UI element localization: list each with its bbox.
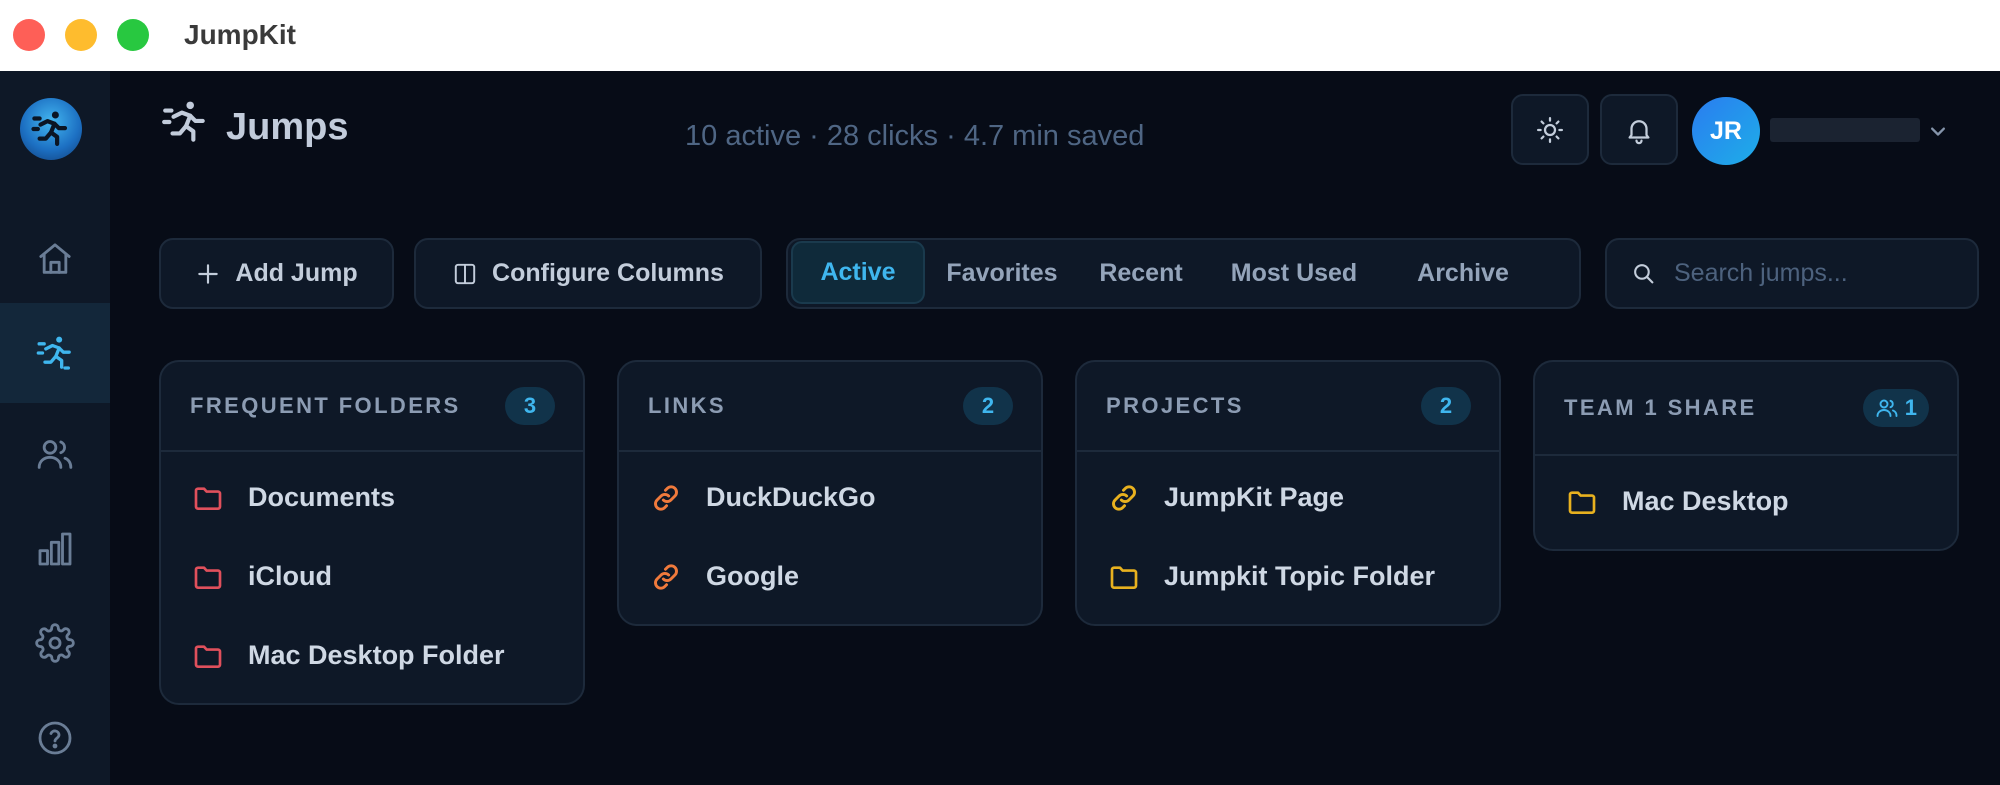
users-icon — [1876, 399, 1898, 417]
help-circle-icon — [38, 721, 72, 755]
item-label: Documents — [248, 482, 396, 512]
theme-toggle-button[interactable] — [1511, 94, 1589, 165]
search-box[interactable] — [1605, 238, 1979, 309]
users-icon — [37, 440, 73, 469]
bell-icon — [1628, 119, 1650, 144]
user-avatar[interactable]: JR — [1692, 97, 1760, 165]
card-links: LINKS 2 DuckDuckGo Google — [617, 360, 1043, 626]
link-icon — [654, 484, 678, 511]
card-title: PROJECTS — [1106, 393, 1244, 418]
folder-icon — [194, 565, 222, 589]
count-value: 2 — [1439, 393, 1453, 418]
sidebar-item-jumps[interactable] — [0, 303, 110, 403]
card-team-share: TEAM 1 SHARE 1 Mac Desktop — [1533, 360, 1959, 551]
add-jump-button[interactable]: Add Jump — [159, 238, 394, 309]
bar-chart-icon — [38, 532, 72, 566]
sun-icon — [1537, 116, 1563, 143]
item-label: Jumpkit Topic Folder — [1164, 561, 1436, 591]
card-header: FREQUENT FOLDERS 3 — [161, 362, 583, 452]
tab-archive[interactable]: Archive — [1388, 240, 1538, 307]
card-title: FREQUENT FOLDERS — [190, 393, 461, 418]
gear-icon — [35, 623, 75, 663]
item-label: iCloud — [248, 561, 332, 591]
count-value: 1 — [1904, 395, 1917, 420]
page-title: Jumps — [226, 106, 349, 148]
sidebar-item-home[interactable] — [0, 209, 110, 309]
list-item[interactable]: JumpKit Page — [1077, 458, 1499, 537]
list-item[interactable]: Documents — [161, 458, 583, 537]
window-close-button[interactable] — [13, 19, 45, 51]
shared-members-badge[interactable]: 1 — [1862, 389, 1929, 427]
count-badge: 2 — [963, 387, 1013, 425]
folder-icon — [194, 486, 222, 510]
item-label: Google — [706, 561, 799, 591]
list-item[interactable]: iCloud — [161, 537, 583, 616]
search-icon — [1634, 264, 1654, 284]
list-item[interactable]: Mac Desktop — [1535, 462, 1957, 541]
tab-favorites[interactable]: Favorites — [928, 240, 1076, 307]
card-title: TEAM 1 SHARE — [1564, 395, 1757, 420]
window-title: JumpKit — [184, 19, 296, 50]
window-titlebar: JumpKit — [0, 0, 2000, 71]
list-item[interactable]: Mac Desktop Folder — [161, 616, 583, 695]
card-header: LINKS 2 — [619, 362, 1041, 452]
count-value: 2 — [981, 393, 995, 418]
sidebar — [0, 71, 110, 785]
item-label: Mac Desktop — [1622, 486, 1789, 516]
running-person-logo-icon — [31, 111, 68, 146]
notifications-button[interactable] — [1600, 94, 1678, 165]
tab-recent[interactable]: Recent — [1081, 240, 1201, 307]
view-tabs: Active Favorites Recent Most Used Archiv… — [786, 238, 1581, 309]
sidebar-item-help[interactable] — [0, 688, 110, 785]
card-title: LINKS — [648, 393, 726, 418]
search-input[interactable] — [1674, 259, 1974, 288]
tab-active[interactable]: Active — [791, 241, 925, 304]
configure-columns-button[interactable]: Configure Columns — [414, 238, 762, 309]
item-label: DuckDuckGo — [706, 482, 876, 512]
card-frequent-folders: FREQUENT FOLDERS 3 Documents iCloud Mac … — [159, 360, 585, 705]
sidebar-item-settings[interactable] — [0, 593, 110, 693]
window-minimize-button[interactable] — [65, 19, 97, 51]
chevron-down-icon[interactable] — [1924, 117, 1952, 145]
running-person-icon — [162, 101, 205, 142]
item-label: Mac Desktop Folder — [248, 640, 505, 670]
app-window: Jumps 10 active · 28 clicks · 4.7 min sa… — [0, 71, 2000, 785]
count-value: 3 — [523, 393, 537, 418]
user-name-redacted[interactable] — [1770, 118, 1920, 142]
sidebar-item-analytics[interactable] — [0, 499, 110, 599]
count-badge: 3 — [505, 387, 555, 425]
folder-icon — [1568, 490, 1596, 514]
link-icon — [654, 563, 678, 590]
folder-icon — [194, 644, 222, 668]
list-item[interactable]: Google — [619, 537, 1041, 616]
add-jump-label: Add Jump — [235, 259, 358, 287]
folder-icon — [1110, 565, 1138, 589]
window-maximize-button[interactable] — [117, 19, 149, 51]
tab-most-used[interactable]: Most Used — [1206, 240, 1382, 307]
jump-stats: 10 active · 28 clicks · 4.7 min saved — [685, 120, 1145, 152]
home-icon — [39, 243, 71, 274]
link-icon — [1112, 484, 1136, 511]
app-logo[interactable] — [20, 98, 82, 160]
list-item[interactable]: Jumpkit Topic Folder — [1077, 537, 1499, 616]
count-badge: 2 — [1421, 387, 1471, 425]
columns-icon — [454, 263, 476, 284]
item-label: JumpKit Page — [1164, 482, 1345, 512]
list-item[interactable]: DuckDuckGo — [619, 458, 1041, 537]
configure-columns-label: Configure Columns — [492, 259, 724, 287]
running-person-icon — [36, 336, 71, 370]
card-header: TEAM 1 SHARE 1 — [1535, 362, 1957, 456]
card-header: PROJECTS 2 — [1077, 362, 1499, 452]
plus-icon — [198, 263, 219, 284]
card-projects: PROJECTS 2 JumpKit Page Jumpkit Topic Fo… — [1075, 360, 1501, 626]
sidebar-item-users[interactable] — [0, 404, 110, 504]
